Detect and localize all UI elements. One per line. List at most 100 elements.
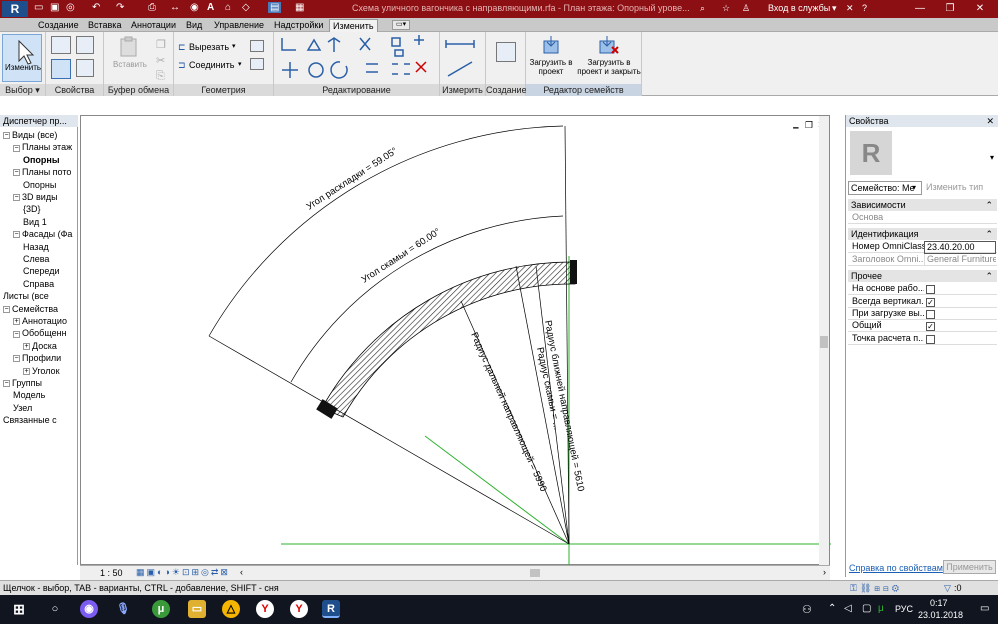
property-section-header[interactable]: Зависимости ⌃: [848, 199, 997, 211]
edit-type-button[interactable]: Изменить тип: [926, 182, 983, 192]
switch-windows-icon[interactable]: ▤: [268, 2, 282, 13]
property-checkbox[interactable]: [926, 334, 935, 344]
property-value[interactable]: 23.40.20.00: [924, 241, 996, 255]
property-section-header[interactable]: Прочее ⌃: [848, 270, 997, 283]
chevron-up-icon[interactable]: ⌃: [828, 603, 836, 614]
property-checkbox[interactable]: [926, 310, 935, 319]
properties-icon[interactable]: [51, 36, 71, 54]
restore-button[interactable]: ❐: [935, 0, 965, 18]
browser-item[interactable]: + Доска: [23, 341, 57, 351]
collapse-icon[interactable]: −: [13, 194, 20, 202]
type-properties-icon[interactable]: [76, 59, 94, 77]
input-language[interactable]: РУС: [895, 604, 913, 614]
view-controls-icons[interactable]: ▦▣◐◑☀⊡⊞◎⇄⊠: [136, 567, 230, 578]
open-icon[interactable]: ▭: [34, 2, 43, 13]
tab-create[interactable]: Создание: [35, 19, 82, 32]
browser-item[interactable]: − Планы пото: [13, 167, 71, 177]
load-into-project-icon[interactable]: [542, 35, 562, 55]
yandex-browser-icon[interactable]: Y: [256, 600, 274, 618]
browser-item[interactable]: − Группы: [3, 378, 42, 388]
bench-arc[interactable]: [321, 261, 576, 418]
load-and-close-button[interactable]: Загрузить в проект и закрыть: [576, 58, 642, 76]
sync-icon[interactable]: ◎: [66, 2, 75, 13]
close-icon[interactable]: ✕: [986, 116, 994, 127]
browser-item[interactable]: − Фасады (Фа: [13, 229, 72, 239]
load-and-close-icon[interactable]: [598, 35, 620, 55]
tab-view[interactable]: Вид: [183, 19, 205, 32]
collapse-icon[interactable]: −: [13, 169, 20, 177]
chevron-down-icon[interactable]: ▾: [912, 183, 916, 192]
panel-toggle-icon[interactable]: ▭▾: [392, 20, 411, 30]
collapse-icon[interactable]: −: [13, 231, 20, 239]
revit-logo-button[interactable]: R: [2, 1, 28, 17]
volume-icon[interactable]: ◁: [844, 603, 852, 614]
browser-item[interactable]: {3D}: [23, 204, 41, 214]
tab-manage[interactable]: Управление: [211, 19, 267, 32]
browser-item[interactable]: Связанные с: [3, 415, 57, 425]
browser-item[interactable]: −3D виды: [13, 192, 58, 202]
collapse-icon[interactable]: −: [13, 330, 20, 338]
collapse-icon[interactable]: −: [13, 355, 20, 363]
browser-item[interactable]: Узел: [13, 403, 32, 413]
properties-help-link[interactable]: Справка по свойствам: [849, 563, 943, 573]
property-section-header[interactable]: Идентификация ⌃: [848, 228, 997, 241]
close-hidden-icon[interactable]: ▦: [295, 2, 304, 13]
modify-button[interactable]: Изменить: [2, 34, 42, 82]
exchange-icon[interactable]: ✕: [846, 3, 854, 14]
collapse-section-icon[interactable]: ⌃: [985, 228, 993, 240]
cut-icon[interactable]: ✂: [156, 54, 165, 67]
family-category-icon[interactable]: [76, 36, 94, 54]
chevron-down-icon[interactable]: ▾: [832, 3, 837, 14]
print-icon[interactable]: ⎙: [148, 2, 156, 13]
tab-addins[interactable]: Надстройки: [271, 19, 326, 32]
browser-item[interactable]: − Планы этаж: [13, 142, 72, 152]
paste-icon[interactable]: [118, 36, 140, 58]
chevron-down-icon[interactable]: ▾: [232, 42, 236, 50]
property-checkbox[interactable]: ✓: [926, 322, 935, 332]
people-icon[interactable]: ⚇: [802, 603, 812, 616]
horizontal-scroll-thumb[interactable]: [530, 569, 540, 577]
copy-icon[interactable]: ❐: [156, 38, 166, 51]
browser-item[interactable]: Спереди: [23, 266, 59, 276]
windows-start-icon[interactable]: ⊞: [10, 600, 28, 618]
clock-date[interactable]: 23.01.2018: [918, 610, 963, 620]
type-selector[interactable]: Семейство: Ме: [848, 181, 922, 195]
search-icon[interactable]: ⌕: [700, 3, 705, 14]
tab-insert[interactable]: Вставка: [85, 19, 124, 32]
property-checkbox[interactable]: [926, 285, 935, 295]
property-value[interactable]: General Furniture ...: [924, 253, 996, 265]
browser-item[interactable]: Справа: [23, 279, 54, 289]
browser-item[interactable]: Слева: [23, 254, 49, 264]
tab-annotate[interactable]: Аннотации: [128, 19, 179, 32]
browser-item[interactable]: Листы (все: [3, 291, 49, 301]
close-button[interactable]: ✕: [965, 0, 995, 18]
tag-icon[interactable]: ◉: [190, 2, 199, 13]
property-checkbox[interactable]: ✓: [926, 297, 935, 307]
search-icon[interactable]: ○: [46, 600, 64, 618]
vertical-scrollbar[interactable]: [819, 116, 829, 566]
collapse-section-icon[interactable]: ⌃: [985, 199, 993, 211]
undo-icon[interactable]: ↶: [92, 2, 100, 13]
chevron-down-icon[interactable]: ▾: [990, 153, 994, 162]
network-icon[interactable]: ▢: [862, 603, 871, 614]
create-similar-icon[interactable]: [496, 42, 516, 62]
star-icon[interactable]: ☆: [722, 3, 730, 14]
filter-icon[interactable]: ▽: [944, 581, 951, 596]
3d-view-icon[interactable]: ⌂: [225, 2, 231, 13]
selection-controls-icons[interactable]: ⚿⛓⊞⊟⚙: [850, 581, 902, 596]
collapse-icon[interactable]: −: [13, 144, 20, 152]
file-explorer-icon[interactable]: ▭: [188, 600, 206, 618]
browser-item[interactable]: Вид 1: [23, 217, 47, 227]
vpn-icon[interactable]: △: [222, 600, 240, 618]
yandex-browser-2-icon[interactable]: Y: [290, 600, 308, 618]
save-icon[interactable]: ▣: [50, 2, 59, 13]
scrollbar-thumb[interactable]: [820, 336, 828, 348]
tab-modify[interactable]: Изменить: [329, 19, 378, 32]
collapse-icon[interactable]: −: [3, 305, 10, 313]
view-scale[interactable]: 1 : 50: [100, 568, 123, 578]
browser-item[interactable]: + Аннотацио: [13, 316, 67, 326]
microphone-icon[interactable]: 🎙: [114, 600, 132, 618]
browser-item[interactable]: Назад: [23, 242, 49, 252]
collapse-icon[interactable]: −: [3, 380, 10, 388]
browser-item[interactable]: + Уголок: [23, 366, 60, 376]
